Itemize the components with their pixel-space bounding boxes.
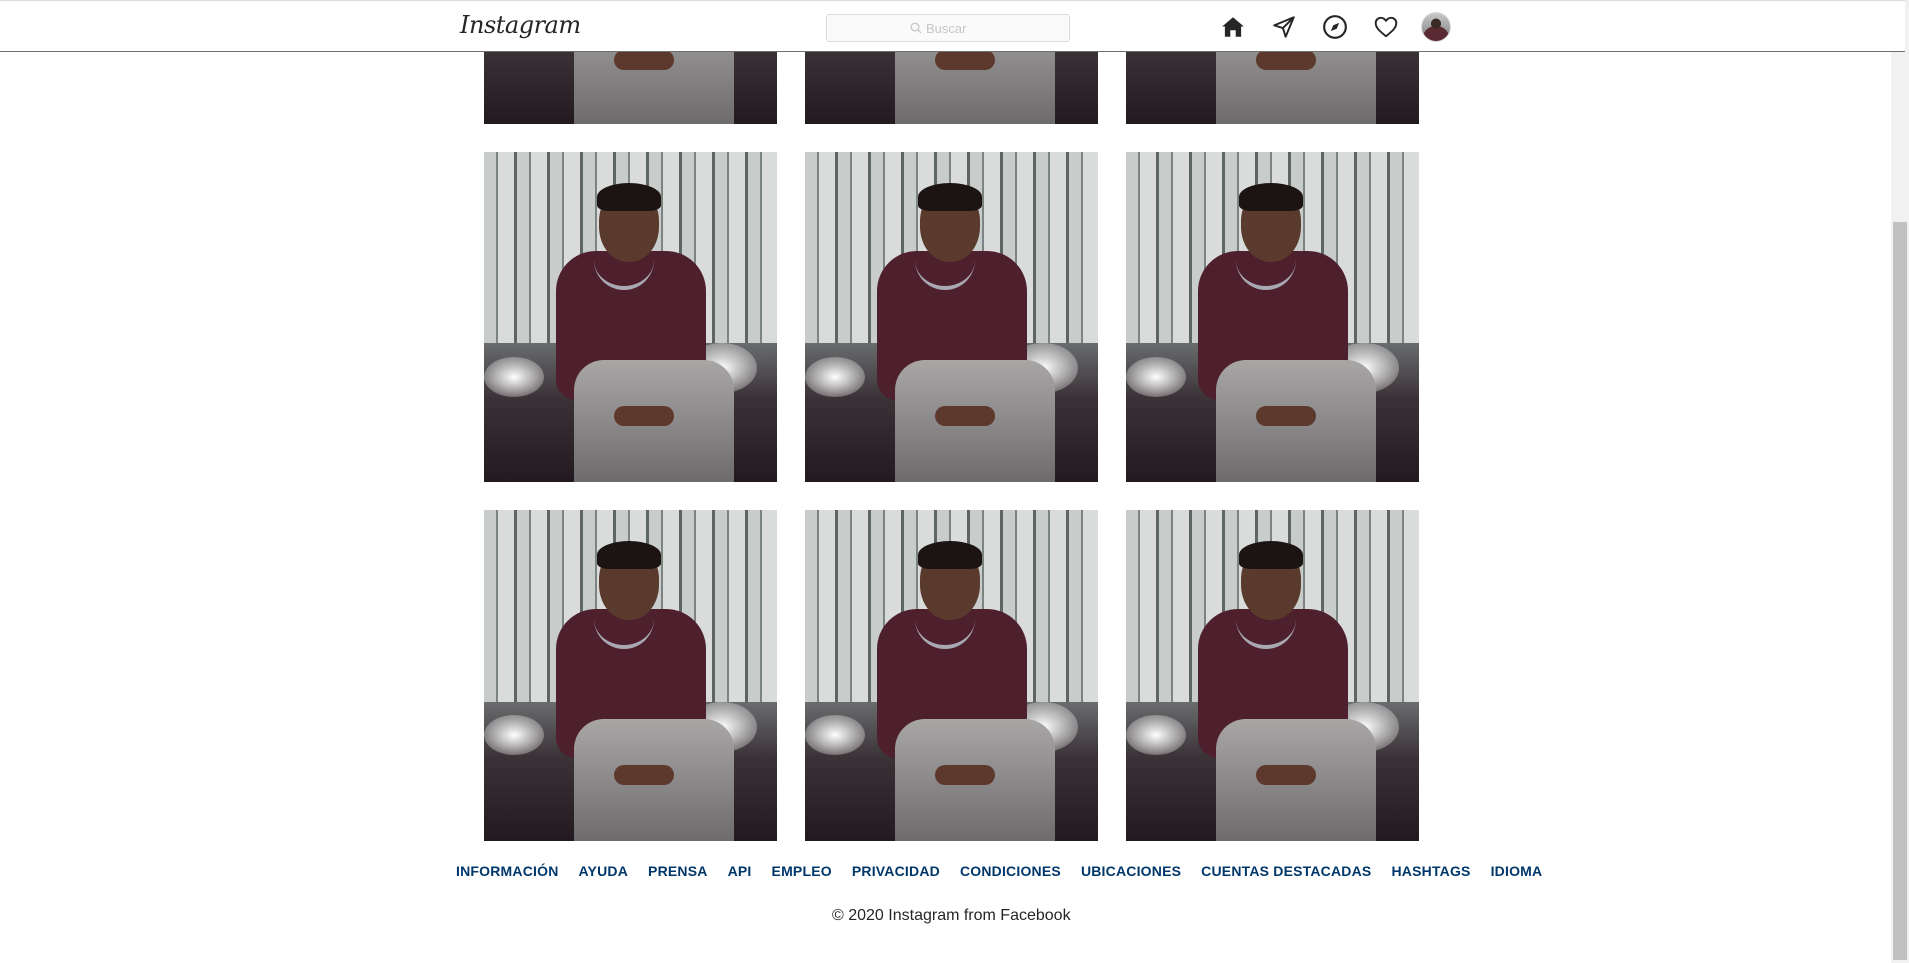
footer-link-hashtags[interactable]: HASHTAGS (1391, 863, 1470, 879)
search-box[interactable] (826, 14, 1070, 42)
scrollbar-thumb[interactable] (1893, 222, 1907, 960)
footer-link-informacion[interactable]: INFORMACIÓN (456, 863, 559, 879)
post-thumbnail[interactable] (805, 152, 1098, 482)
post-thumbnail[interactable] (1126, 152, 1419, 482)
footer-link-condiciones[interactable]: CONDICIONES (960, 863, 1061, 879)
direct-icon[interactable] (1268, 12, 1299, 42)
footer-link-ayuda[interactable]: AYUDA (579, 863, 629, 879)
search-input[interactable] (926, 20, 986, 36)
search-icon (910, 22, 922, 34)
photo-grid (484, 0, 1419, 842)
footer-link-ubicaciones[interactable]: UBICACIONES (1081, 863, 1181, 879)
post-thumbnail[interactable] (484, 510, 777, 841)
nav-icons (1217, 12, 1451, 42)
top-navigation-bar: Instagram (0, 0, 1905, 52)
activity-heart-icon[interactable] (1370, 12, 1401, 42)
home-icon[interactable] (1217, 12, 1248, 42)
post-thumbnail[interactable] (484, 152, 777, 482)
footer-link-cuentas-destacadas[interactable]: CUENTAS DESTACADAS (1201, 863, 1371, 879)
instagram-logo[interactable]: Instagram (460, 7, 581, 43)
footer-links: INFORMACIÓN AYUDA PRENSA API EMPLEO PRIV… (456, 862, 1542, 880)
post-thumbnail[interactable] (1126, 510, 1419, 841)
copyright-text: © 2020 Instagram from Facebook (832, 907, 1071, 924)
profile-avatar[interactable] (1421, 12, 1451, 42)
post-thumbnail[interactable] (805, 510, 1098, 841)
footer-link-empleo[interactable]: EMPLEO (772, 863, 832, 879)
footer-link-api[interactable]: API (728, 863, 752, 879)
footer-link-idioma[interactable]: IDIOMA (1491, 863, 1543, 879)
vertical-scrollbar[interactable] (1891, 0, 1909, 963)
explore-icon[interactable] (1319, 12, 1350, 42)
footer-link-privacidad[interactable]: PRIVACIDAD (852, 863, 940, 879)
footer-link-prensa[interactable]: PRENSA (648, 863, 708, 879)
